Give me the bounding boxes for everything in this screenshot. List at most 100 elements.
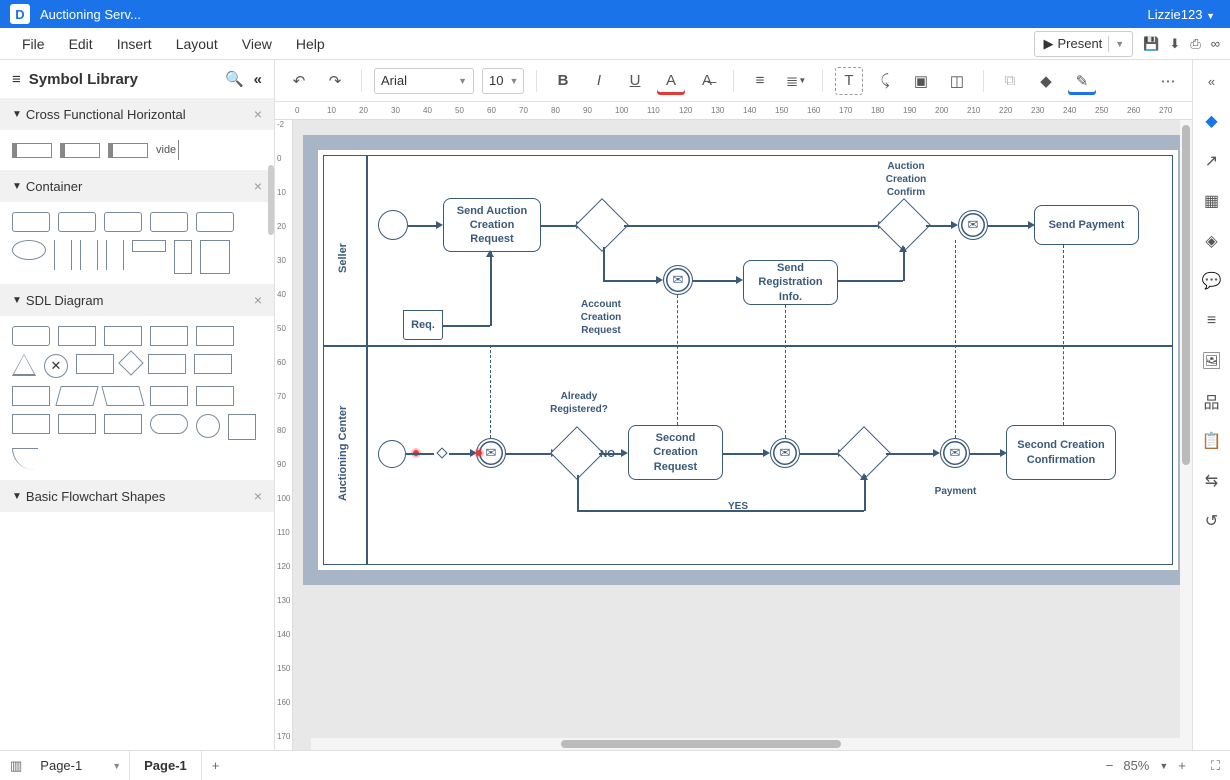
shape-triangle[interactable]	[12, 354, 36, 376]
event-account-creation[interactable]	[663, 265, 693, 295]
menu-layout[interactable]: Layout	[164, 30, 230, 58]
font-size-select[interactable]: 10▼	[482, 68, 524, 94]
download-icon[interactable]: ⬇	[1169, 36, 1180, 52]
shape-swimlane[interactable]	[12, 143, 52, 158]
shape-sdl[interactable]	[150, 326, 188, 346]
document-title[interactable]: Auctioning Serv...	[40, 7, 1148, 22]
user-menu[interactable]: Lizzie123 ▼	[1148, 7, 1215, 22]
diagram-page[interactable]: Seller Auctioning Center Send Auction Cr…	[318, 150, 1178, 570]
shape-multidoc[interactable]	[196, 386, 234, 406]
node-req[interactable]: Req.	[403, 310, 443, 340]
shape-hexagon[interactable]	[76, 354, 114, 374]
shape-brace[interactable]	[93, 240, 98, 270]
shape-sdl[interactable]	[12, 326, 50, 346]
zoom-value[interactable]: 85%	[1123, 758, 1149, 773]
add-page-button[interactable]: +	[202, 758, 230, 773]
valign-button[interactable]: ≣▼	[782, 67, 810, 95]
clipboard-icon[interactable]: 📋	[1201, 430, 1223, 452]
shape-container[interactable]	[58, 212, 96, 232]
canvas[interactable]: Seller Auctioning Center Send Auction Cr…	[293, 120, 1192, 750]
text-color-button[interactable]: A	[657, 67, 685, 95]
menu-file[interactable]: File	[10, 30, 57, 58]
shape-sdl[interactable]	[12, 386, 50, 406]
image-button[interactable]: ▣	[907, 67, 935, 95]
clear-format-button[interactable]: A̶	[693, 67, 721, 95]
shape-sdl[interactable]	[196, 326, 234, 346]
text-tool[interactable]: T	[835, 67, 863, 95]
section-basic-flowchart[interactable]: ▼ Basic Flowchart Shapes ×	[0, 480, 274, 512]
horizontal-scrollbar[interactable]	[311, 738, 1192, 750]
layers-icon[interactable]: ◈	[1201, 230, 1223, 252]
grid-icon[interactable]: ▦	[1201, 190, 1223, 212]
menu-help[interactable]: Help	[284, 30, 337, 58]
arrange-icon[interactable]: ⇆	[1201, 470, 1223, 492]
zoom-out-button[interactable]: −	[1106, 758, 1114, 773]
shape-brace[interactable]	[80, 240, 85, 270]
node-second-creation-request[interactable]: Second Creation Request	[628, 425, 723, 480]
shape-rect[interactable]	[132, 240, 166, 252]
vertical-scrollbar[interactable]	[1180, 120, 1192, 738]
shape-grid[interactable]	[200, 240, 230, 274]
shape-sdl[interactable]	[58, 326, 96, 346]
pages-list-icon[interactable]: ▥	[10, 758, 22, 774]
shape-container[interactable]	[196, 212, 234, 232]
comment-icon[interactable]: 💬	[1201, 270, 1223, 292]
search-icon[interactable]: 🔍	[225, 70, 244, 88]
shape-brace[interactable]	[54, 240, 59, 270]
group-button[interactable]: ⧉	[996, 67, 1024, 95]
event-payment[interactable]	[940, 438, 970, 468]
node-send-registration[interactable]: Send Registration Info.	[743, 260, 838, 305]
shape-card[interactable]	[104, 414, 142, 434]
align-left-button[interactable]: ≡	[746, 67, 774, 95]
shape-parallelogram[interactable]	[55, 386, 98, 406]
shape-terminator[interactable]	[150, 414, 188, 434]
font-select[interactable]: Arial▼	[374, 68, 474, 94]
page-tab-1[interactable]: Page-1	[130, 751, 202, 780]
fill-button[interactable]: ◆	[1032, 67, 1060, 95]
start-event-2[interactable]	[378, 440, 406, 468]
data-icon[interactable]: ≡	[1201, 310, 1223, 332]
shape-container[interactable]	[12, 212, 50, 232]
shape-swimlane[interactable]	[108, 143, 148, 158]
italic-button[interactable]: I	[585, 67, 613, 95]
shape-brace[interactable]	[119, 240, 124, 270]
section-cross-functional[interactable]: ▼ Cross Functional Horizontal ×	[0, 98, 274, 130]
node-send-auction-creation[interactable]: Send Auction Creation Request	[443, 198, 541, 252]
zoom-in-button[interactable]: +	[1178, 758, 1186, 773]
close-icon[interactable]: ×	[254, 106, 262, 122]
collapse-panel-icon[interactable]: «	[254, 71, 262, 88]
shape-sdl[interactable]	[194, 354, 232, 374]
shape-swimlane[interactable]	[60, 143, 100, 158]
app-logo[interactable]: D	[10, 4, 30, 24]
connector-button[interactable]: ⤹	[871, 67, 899, 95]
section-sdl[interactable]: ▼ SDL Diagram ×	[0, 284, 274, 316]
shape-container[interactable]	[104, 212, 142, 232]
sitemap-icon[interactable]: 品	[1201, 390, 1223, 412]
line-color-button[interactable]: ✎	[1068, 67, 1096, 95]
shape-arrow[interactable]	[148, 354, 186, 374]
menu-view[interactable]: View	[230, 30, 284, 58]
image-icon[interactable]: 🖼	[1201, 350, 1223, 372]
event-msg-3[interactable]	[770, 438, 800, 468]
shape-offpage[interactable]	[228, 414, 256, 440]
scrollbar-thumb[interactable]	[268, 165, 274, 235]
close-icon[interactable]: ×	[254, 488, 262, 504]
shape-container[interactable]	[150, 212, 188, 232]
shape-cylinder[interactable]	[12, 414, 50, 434]
shape-circle-x[interactable]: ✕	[44, 354, 68, 378]
shape-brace[interactable]	[67, 240, 72, 270]
menu-insert[interactable]: Insert	[105, 30, 164, 58]
present-button[interactable]: ▶ Present ▼	[1034, 31, 1133, 57]
undo-button[interactable]: ↶	[285, 67, 313, 95]
start-event[interactable]	[378, 210, 408, 240]
page-select[interactable]: Page-1 ▼	[32, 751, 130, 780]
node-second-creation-confirmation[interactable]: Second Creation Confirmation	[1006, 425, 1116, 480]
node-send-payment[interactable]: Send Payment	[1034, 205, 1139, 245]
shape-brace[interactable]	[106, 240, 111, 270]
shape-doc[interactable]	[150, 386, 188, 406]
expand-panel-icon[interactable]: «	[1201, 70, 1223, 92]
save-icon[interactable]: 💾	[1143, 36, 1159, 52]
print-icon[interactable]: ⎙	[1190, 36, 1200, 52]
history-icon[interactable]: ↺	[1201, 510, 1223, 532]
shape-circle[interactable]	[196, 414, 220, 438]
